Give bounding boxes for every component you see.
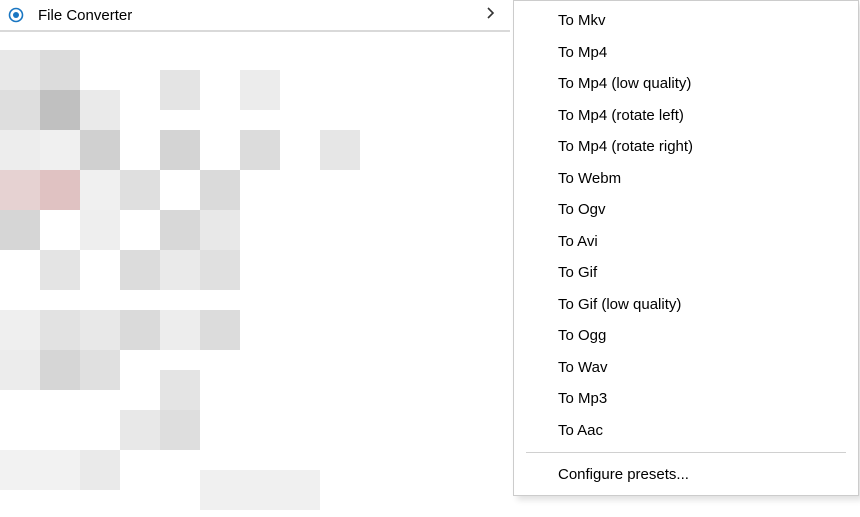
submenu-item-to-gif[interactable]: To Gif [514,257,858,289]
submenu-item-label: To Mp4 (rotate left) [558,107,684,124]
submenu-item-label: To Gif [558,264,597,281]
submenu-item-to-gif-low-quality[interactable]: To Gif (low quality) [514,289,858,321]
submenu-item-label: To Mp3 [558,390,607,407]
submenu-item-to-ogv[interactable]: To Ogv [514,194,858,226]
submenu-item-label: To Mp4 (rotate right) [558,138,693,155]
submenu-separator [526,452,846,453]
submenu-item-to-mp4-rotate-right[interactable]: To Mp4 (rotate right) [514,131,858,163]
submenu-item-label: To Mp4 [558,44,607,61]
submenu-item-label: Configure presets... [558,466,689,483]
submenu-item-label: To Aac [558,422,603,439]
submenu-item-label: To Avi [558,233,598,250]
file-converter-submenu: To Mkv To Mp4 To Mp4 (low quality) To Mp… [513,0,859,496]
submenu-item-to-mp4[interactable]: To Mp4 [514,37,858,69]
submenu-item-to-mp4-low-quality[interactable]: To Mp4 (low quality) [514,68,858,100]
submenu-item-to-ogg[interactable]: To Ogg [514,320,858,352]
submenu-item-to-avi[interactable]: To Avi [514,226,858,258]
chevron-right-icon [484,6,502,25]
submenu-item-to-aac[interactable]: To Aac [514,415,858,447]
submenu-item-label: To Ogv [558,201,606,218]
file-converter-app-icon [8,7,24,23]
submenu-item-to-webm[interactable]: To Webm [514,163,858,195]
submenu-item-label: To Mkv [558,12,606,29]
submenu-item-to-mkv[interactable]: To Mkv [514,5,858,37]
submenu-item-label: To Webm [558,170,621,187]
submenu-item-to-mp4-rotate-left[interactable]: To Mp4 (rotate left) [514,100,858,132]
submenu-item-label: To Gif (low quality) [558,296,681,313]
submenu-item-label: To Wav [558,359,607,376]
menu-item-file-converter[interactable]: File Converter [0,0,510,30]
submenu-item-label: To Mp4 (low quality) [558,75,691,92]
submenu-item-configure-presets[interactable]: Configure presets... [514,459,858,491]
obscured-content [0,30,510,517]
submenu-item-to-wav[interactable]: To Wav [514,352,858,384]
submenu-item-label: To Ogg [558,327,606,344]
context-menu: File Converter [0,0,510,32]
submenu-item-to-mp3[interactable]: To Mp3 [514,383,858,415]
menu-item-label: File Converter [38,7,484,24]
